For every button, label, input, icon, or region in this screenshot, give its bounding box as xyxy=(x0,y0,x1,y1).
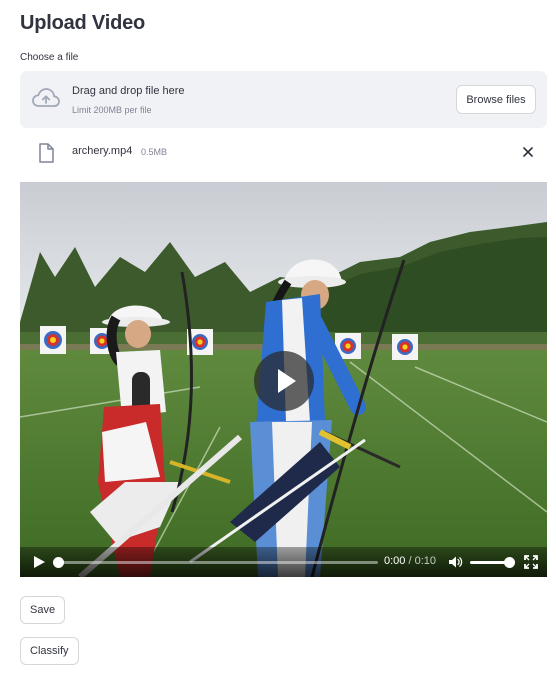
video-seek-handle[interactable] xyxy=(53,557,64,568)
fullscreen-icon[interactable] xyxy=(524,555,538,569)
dropzone-limit: Limit 200MB per file xyxy=(72,105,152,115)
save-button[interactable]: Save xyxy=(20,596,66,624)
browse-files-button[interactable]: Browse files xyxy=(456,85,536,114)
play-icon xyxy=(278,369,296,393)
video-controls: 0:00 / 0:10 xyxy=(20,547,547,577)
dropzone-instructions: Drag and drop file here xyxy=(72,85,185,97)
volume-slider-handle[interactable] xyxy=(504,557,515,568)
play-icon[interactable] xyxy=(32,555,46,569)
video-time-separator: / xyxy=(405,555,415,567)
video-duration: 0:10 xyxy=(414,555,437,567)
video-current-time: 0:00 xyxy=(384,555,406,567)
video-play-overlay-button[interactable] xyxy=(254,351,314,411)
uploaded-file-item: archery.mp4 0.5MB xyxy=(20,138,547,166)
volume-icon[interactable] xyxy=(448,555,463,569)
close-icon[interactable] xyxy=(521,145,535,159)
cloud-upload-icon xyxy=(32,88,60,107)
video-time: 0:00 / 0:10 xyxy=(384,555,436,567)
video-seek-bar[interactable] xyxy=(56,561,378,564)
file-uploader-label: Choose a file xyxy=(20,52,79,63)
file-dropzone[interactable]: Drag and drop file here Limit 200MB per … xyxy=(20,71,547,128)
video-player[interactable]: 0:00 / 0:10 xyxy=(20,182,547,577)
file-size: 0.5MB xyxy=(141,147,168,157)
file-icon xyxy=(39,143,54,163)
file-name: archery.mp4 xyxy=(72,145,133,157)
page-title: Upload Video xyxy=(20,12,146,34)
classify-button[interactable]: Classify xyxy=(20,637,79,665)
